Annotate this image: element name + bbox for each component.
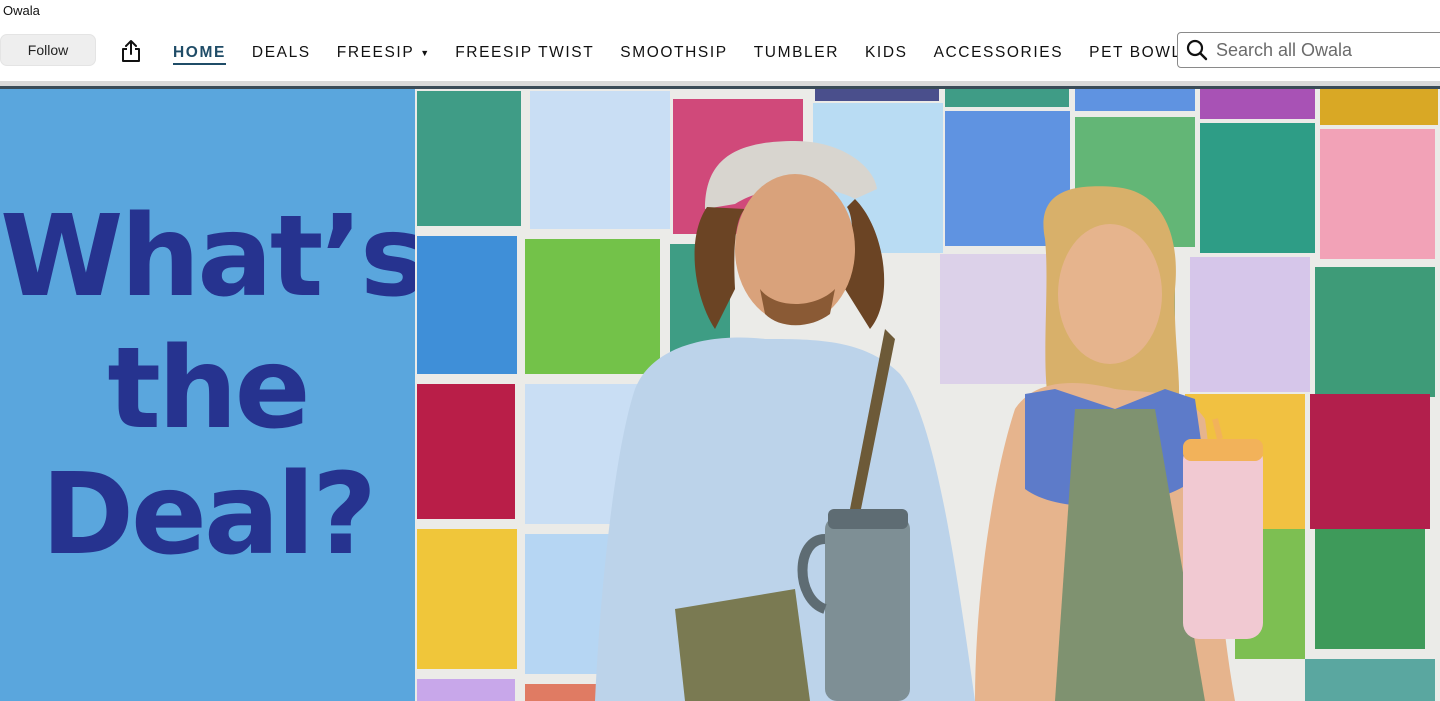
hero-text-panel: What’s the Deal? — [0, 89, 427, 701]
caret-down-icon: ▼ — [420, 48, 430, 58]
search-icon — [1186, 39, 1208, 61]
nav-item-home[interactable]: HOME — [160, 40, 239, 66]
nav-item-kids[interactable]: KIDS — [852, 40, 921, 66]
hero-headline-line-2: the — [107, 324, 310, 454]
hero-image — [415, 89, 1440, 701]
nav-item-freesip[interactable]: FREESIP ▼ — [324, 40, 442, 66]
nav-item-freesip-twist[interactable]: FREESIP TWIST — [442, 40, 607, 66]
store-nav: HOME DEALS FREESIP ▼ FREESIP TWIST SMOOTH… — [160, 40, 1207, 66]
share-icon — [122, 40, 140, 62]
follow-button[interactable]: Follow — [0, 34, 96, 66]
nav-item-deals[interactable]: DEALS — [239, 40, 324, 66]
search-input[interactable] — [1214, 38, 1438, 62]
hero-headline-line-3: Deal? — [41, 450, 377, 580]
search-box[interactable] — [1177, 32, 1440, 68]
nav-item-tumbler[interactable]: TUMBLER — [741, 40, 852, 66]
hero-banner[interactable]: What’s the Deal? — [0, 89, 1440, 701]
share-button[interactable] — [118, 38, 144, 64]
nav-item-accessories[interactable]: ACCESSORIES — [921, 40, 1077, 66]
hero-headline-line-1: What’s — [0, 192, 427, 322]
nav-item-smoothsip[interactable]: SMOOTHSIP — [607, 40, 740, 66]
store-name: Owala — [3, 3, 40, 18]
